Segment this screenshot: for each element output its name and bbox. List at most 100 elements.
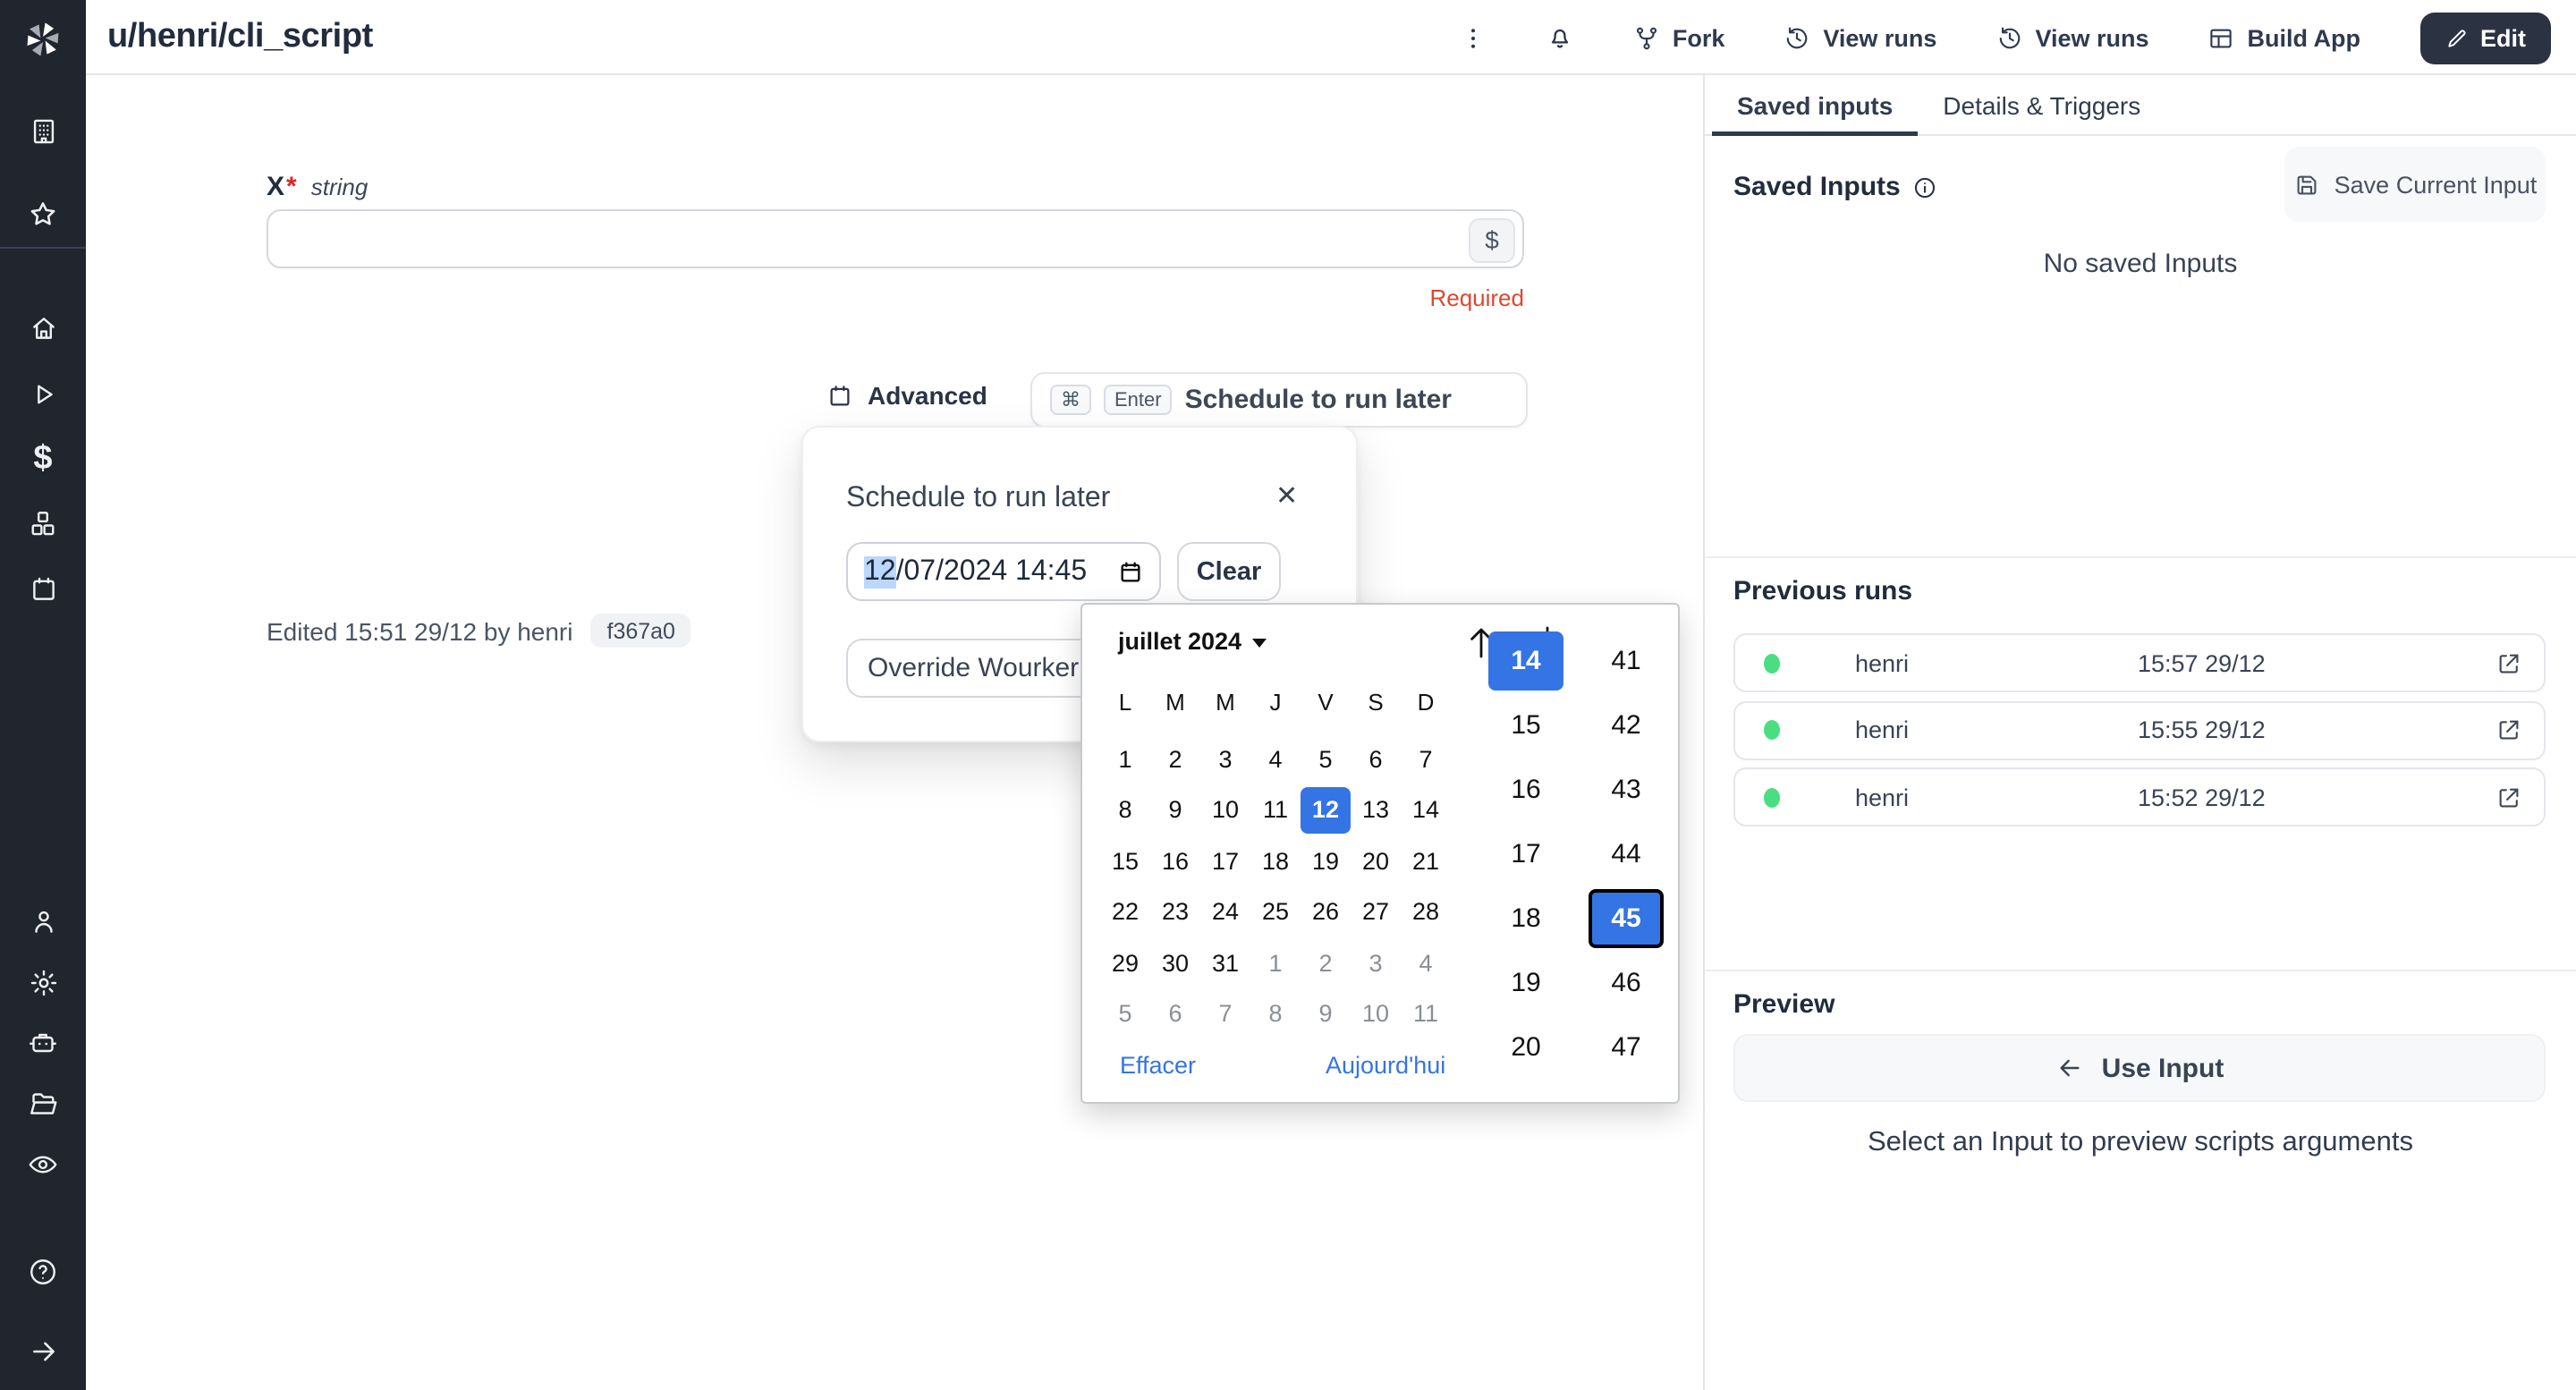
schedules-calendar-icon[interactable]: [0, 567, 86, 610]
notifications-bell-icon[interactable]: [1546, 23, 1574, 52]
favorites-star-icon[interactable]: [0, 193, 86, 236]
settings-gear-icon[interactable]: [0, 961, 86, 1004]
calendar-day[interactable]: 27: [1351, 889, 1401, 936]
resources-cubes-icon[interactable]: [0, 503, 86, 546]
audit-eye-icon[interactable]: [0, 1143, 86, 1186]
calendar-day[interactable]: 13: [1351, 787, 1401, 834]
save-current-input-button[interactable]: Save Current Input: [2284, 147, 2546, 222]
hour-option[interactable]: 19: [1488, 954, 1563, 1013]
folders-icon[interactable]: [0, 1082, 86, 1125]
calendar-day[interactable]: 30: [1150, 940, 1200, 987]
external-link-icon[interactable]: [2496, 716, 2522, 743]
calendar-day[interactable]: 6: [1351, 736, 1401, 783]
calendar-day[interactable]: 4: [1250, 736, 1301, 783]
calendar-day[interactable]: 16: [1150, 838, 1200, 885]
calendar-day[interactable]: 2: [1150, 736, 1200, 783]
home-icon[interactable]: [0, 306, 86, 349]
calendar-day[interactable]: 28: [1401, 889, 1451, 936]
hour-option[interactable]: 14: [1488, 631, 1563, 691]
calendar-day[interactable]: 11: [1401, 991, 1451, 1038]
external-link-icon[interactable]: [2496, 649, 2522, 676]
users-icon[interactable]: [0, 900, 86, 943]
calendar-day[interactable]: 26: [1301, 889, 1351, 936]
edit-button[interactable]: Edit: [2419, 12, 2551, 64]
calendar-day[interactable]: 7: [1401, 736, 1451, 783]
picker-today-link[interactable]: Aujourd'hui: [1326, 1052, 1445, 1079]
previous-run-row[interactable]: henri15:55 29/12: [1733, 700, 2546, 759]
view-runs-button-2[interactable]: View runs: [1996, 24, 2148, 51]
advanced-toggle[interactable]: Advanced: [826, 381, 987, 410]
windmill-logo-icon[interactable]: [0, 13, 86, 66]
calendar-day[interactable]: 9: [1301, 991, 1351, 1038]
workers-robot-icon[interactable]: [0, 1021, 86, 1064]
calendar-day[interactable]: 10: [1200, 787, 1250, 834]
hour-option[interactable]: 18: [1488, 889, 1563, 948]
workspace-icon[interactable]: [0, 109, 86, 152]
calendar-day[interactable]: 4: [1401, 940, 1451, 987]
calendar-day[interactable]: 8: [1100, 787, 1150, 834]
calendar-day[interactable]: 24: [1200, 889, 1250, 936]
use-input-button[interactable]: Use Input: [1733, 1034, 2546, 1102]
hour-option[interactable]: 20: [1488, 1018, 1563, 1077]
runs-play-icon[interactable]: [0, 372, 86, 415]
datetime-selected-segment[interactable]: 12: [864, 555, 896, 588]
minute-option[interactable]: 47: [1589, 1018, 1664, 1077]
view-runs-button[interactable]: View runs: [1784, 24, 1936, 51]
fork-button[interactable]: Fork: [1633, 24, 1725, 51]
minute-option[interactable]: 42: [1589, 696, 1664, 755]
calendar-day[interactable]: 3: [1351, 940, 1401, 987]
external-link-icon[interactable]: [2496, 784, 2522, 810]
clear-button[interactable]: Clear: [1177, 542, 1281, 601]
calendar-day[interactable]: 12: [1301, 787, 1351, 834]
calendar-day[interactable]: 14: [1401, 787, 1451, 834]
minute-option[interactable]: 45: [1589, 889, 1664, 948]
hour-option[interactable]: 15: [1488, 696, 1563, 755]
datetime-input[interactable]: 12/07/2024 14:45: [846, 542, 1161, 601]
info-icon[interactable]: [1913, 174, 1938, 199]
calendar-day[interactable]: 5: [1100, 991, 1150, 1038]
calendar-day[interactable]: 1: [1250, 940, 1301, 987]
variables-dollar-icon[interactable]: $: [0, 438, 86, 481]
datetime-calendar-icon[interactable]: [1118, 559, 1143, 584]
picker-clear-link[interactable]: Effacer: [1120, 1052, 1196, 1079]
calendar-day[interactable]: 11: [1250, 787, 1301, 834]
calendar-day[interactable]: 15: [1100, 838, 1150, 885]
expand-arrow-icon[interactable]: [0, 1329, 86, 1372]
calendar-day[interactable]: 8: [1250, 991, 1301, 1038]
build-app-button[interactable]: Build App: [2208, 24, 2361, 51]
calendar-day[interactable]: 25: [1250, 889, 1301, 936]
previous-run-row[interactable]: henri15:57 29/12: [1733, 633, 2546, 692]
calendar-day[interactable]: 19: [1301, 838, 1351, 885]
minute-option[interactable]: 41: [1589, 631, 1664, 691]
calendar-day[interactable]: 31: [1200, 940, 1250, 987]
hour-option[interactable]: 17: [1488, 825, 1563, 884]
calendar-day[interactable]: 29: [1100, 940, 1150, 987]
help-icon[interactable]: [0, 1250, 86, 1293]
calendar-day[interactable]: 1: [1100, 736, 1150, 783]
string-input[interactable]: $: [267, 209, 1524, 268]
calendar-day[interactable]: 5: [1301, 736, 1351, 783]
calendar-day[interactable]: 23: [1150, 889, 1200, 936]
calendar-day[interactable]: 2: [1301, 940, 1351, 987]
calendar-day[interactable]: 21: [1401, 838, 1451, 885]
previous-run-row[interactable]: henri15:52 29/12: [1733, 767, 2546, 826]
schedule-to-run-later-button[interactable]: ⌘ Enter Schedule to run later: [1030, 372, 1528, 428]
hour-option[interactable]: 16: [1488, 760, 1563, 819]
calendar-day[interactable]: 9: [1150, 787, 1200, 834]
calendar-day[interactable]: 17: [1200, 838, 1250, 885]
tab-saved-inputs[interactable]: Saved inputs: [1712, 74, 1918, 135]
close-icon[interactable]: ✕: [1275, 479, 1298, 512]
calendar-day[interactable]: 20: [1351, 838, 1401, 885]
calendar-day[interactable]: 10: [1351, 991, 1401, 1038]
month-selector[interactable]: juillet 2024: [1118, 628, 1267, 655]
minute-option[interactable]: 44: [1589, 825, 1664, 884]
variable-picker-button[interactable]: $: [1469, 217, 1515, 262]
calendar-day[interactable]: 3: [1200, 736, 1250, 783]
kebab-menu-icon[interactable]: [1460, 24, 1487, 51]
calendar-day[interactable]: 7: [1200, 991, 1250, 1038]
calendar-day[interactable]: 18: [1250, 838, 1301, 885]
minute-option[interactable]: 46: [1589, 954, 1664, 1013]
calendar-day[interactable]: 6: [1150, 991, 1200, 1038]
calendar-day[interactable]: 22: [1100, 889, 1150, 936]
minute-option[interactable]: 43: [1589, 760, 1664, 819]
